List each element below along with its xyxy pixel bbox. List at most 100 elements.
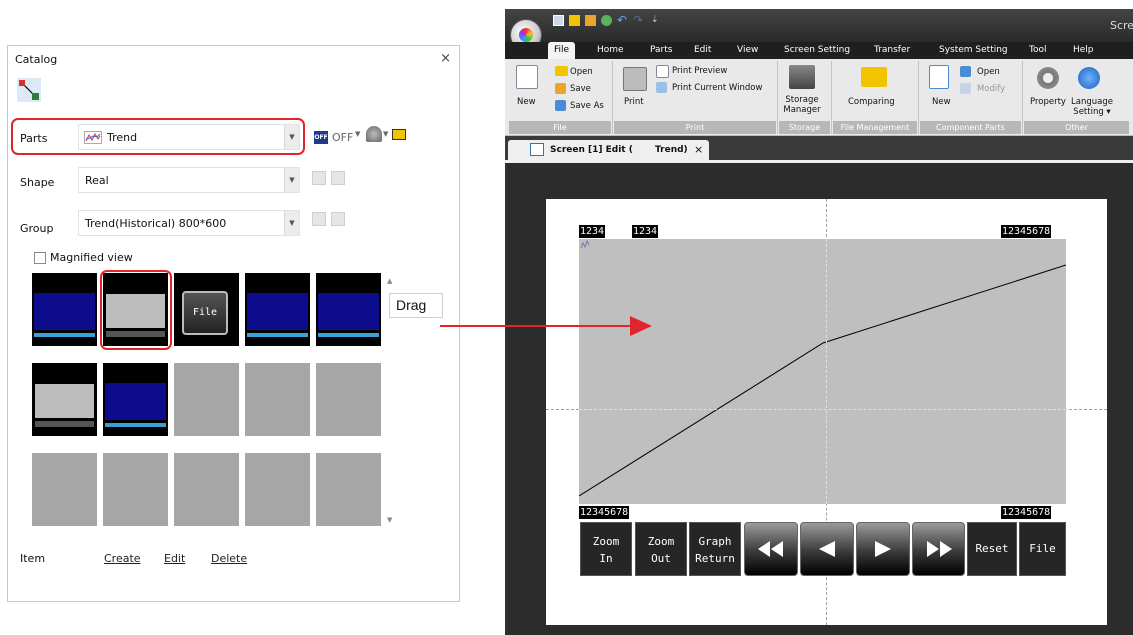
undo-icon[interactable]: ↶ [617, 13, 627, 27]
document-tab-title: Screen [1] Edit ( [550, 145, 633, 155]
group-label-print: Print [614, 121, 776, 134]
comparing-folder-icon [861, 67, 887, 87]
catalog-thumb-empty[interactable] [245, 363, 310, 436]
new-button[interactable]: New [517, 97, 536, 107]
chevron-down-icon[interactable]: ▼ [383, 130, 388, 138]
delete-link[interactable]: Delete [211, 552, 247, 565]
component-modify-button[interactable]: Modify [977, 84, 1005, 94]
print-preview-button[interactable]: Print Preview [672, 66, 727, 76]
step-forward-button[interactable] [856, 522, 910, 576]
save-button[interactable]: Save [570, 84, 591, 94]
group-copy-icon[interactable] [331, 212, 345, 226]
save-icon[interactable] [585, 15, 596, 26]
customize-quick-access-icon[interactable]: ⇣ [651, 15, 659, 25]
device-icon[interactable] [366, 126, 382, 142]
fast-backward-button[interactable] [744, 522, 798, 576]
create-link[interactable]: Create [104, 552, 141, 565]
step-backward-button[interactable] [800, 522, 854, 576]
edit-link[interactable]: Edit [164, 552, 185, 565]
scroll-down-icon[interactable]: ▼ [387, 516, 392, 524]
print-current-window-button[interactable]: Print Current Window [672, 83, 762, 93]
catalog-thumb[interactable] [32, 273, 97, 346]
component-new-button[interactable]: New [932, 97, 951, 107]
catalog-thumb-empty[interactable] [316, 453, 381, 526]
new-doc-icon[interactable] [516, 65, 538, 89]
save-icon [555, 83, 566, 94]
transfer-icon[interactable] [601, 15, 612, 26]
item-label: Item [20, 552, 46, 565]
property-button[interactable]: Property [1030, 97, 1066, 107]
trend-plot-area[interactable] [579, 239, 1066, 504]
trend-line [579, 264, 1066, 497]
chevron-down-icon[interactable]: ▼ [284, 211, 299, 235]
tab-help[interactable]: Help [1073, 42, 1094, 59]
catalog-thumb[interactable] [103, 363, 168, 436]
group-page-icon[interactable] [312, 212, 326, 226]
tab-file[interactable]: File [548, 42, 576, 59]
catalog-thumb[interactable] [32, 363, 97, 436]
catalog-thumb-file[interactable]: File [174, 273, 239, 346]
title-bar [505, 9, 1133, 42]
folder-icon[interactable] [392, 129, 406, 140]
group-select[interactable]: Trend(Historical) 800*600 ▼ [78, 210, 300, 236]
shape-select[interactable]: Real ▼ [78, 167, 300, 193]
tab-transfer[interactable]: Transfer [874, 42, 910, 59]
close-icon[interactable]: × [694, 143, 703, 156]
zoom-out-button[interactable]: Zoom Out [635, 522, 687, 576]
tab-screen-setting[interactable]: Screen Setting [784, 42, 850, 59]
language-setting-button[interactable]: Language Setting ▾ [1068, 97, 1116, 117]
catalog-thumb-empty[interactable] [174, 453, 239, 526]
scroll-up-icon[interactable]: ▲ [387, 277, 392, 285]
magnified-view-checkbox[interactable] [34, 252, 46, 264]
chevron-down-icon[interactable]: ▼ [284, 168, 299, 192]
document-tab[interactable]: Screen [1] Edit ( Trend) × [508, 140, 709, 160]
catalog-thumb[interactable] [316, 273, 381, 346]
trend-bottom-right-value: 12345678 [1001, 506, 1052, 519]
ribbon-separator [918, 61, 919, 134]
print-preview-icon [656, 65, 669, 78]
close-icon[interactable]: × [440, 51, 451, 66]
tab-home[interactable]: Home [597, 42, 624, 59]
comparing-button[interactable]: Comparing [848, 97, 895, 107]
fast-forward-button[interactable] [912, 522, 965, 576]
open-folder-icon [555, 66, 568, 76]
trend-marker-icon [580, 239, 590, 249]
new-doc-icon[interactable] [553, 15, 564, 26]
catalog-thumb-empty[interactable] [32, 453, 97, 526]
catalog-thumb-empty[interactable] [245, 453, 310, 526]
parts-select[interactable]: Trend ▼ [78, 124, 300, 150]
zoom-in-label-2: In [599, 552, 613, 565]
catalog-thumb-empty[interactable] [174, 363, 239, 436]
shape-page-icon[interactable] [312, 171, 326, 185]
storage-manager-button[interactable]: Storage Manager [782, 95, 822, 115]
tab-view[interactable]: View [737, 42, 758, 59]
file-button[interactable]: File [1019, 522, 1066, 576]
chevron-down-icon[interactable]: ▼ [284, 125, 299, 149]
tab-system-setting[interactable]: System Setting [939, 42, 1008, 59]
open-button[interactable]: Open [570, 67, 593, 77]
tab-tool[interactable]: Tool [1029, 42, 1046, 59]
tab-edit[interactable]: Edit [694, 42, 711, 59]
save-as-button[interactable]: Save As [570, 101, 604, 111]
catalog-thumb-empty[interactable] [103, 453, 168, 526]
screen-edit-icon [530, 143, 544, 156]
print-button[interactable]: Print [624, 97, 644, 107]
component-open-button[interactable]: Open [977, 67, 1000, 77]
catalog-tool-icon[interactable] [17, 78, 41, 102]
document-tab-title-suffix: Trend) [655, 145, 688, 155]
catalog-thumb[interactable] [245, 273, 310, 346]
group-label-storage: Storage [779, 121, 830, 134]
catalog-thumb-empty[interactable] [316, 363, 381, 436]
trend-top-left-value-2: 1234 [632, 225, 659, 238]
zoom-in-button[interactable]: Zoom In [580, 522, 632, 576]
redo-icon[interactable]: ↷ [633, 13, 643, 27]
off-label[interactable]: OFF [332, 131, 353, 144]
trend-top-right-value: 12345678 [1001, 225, 1052, 238]
shape-copy-icon[interactable] [331, 171, 345, 185]
storage-manager-label-2: Manager [783, 105, 821, 115]
tab-parts[interactable]: Parts [650, 42, 672, 59]
reset-button[interactable]: Reset [967, 522, 1017, 576]
chevron-down-icon[interactable]: ▼ [355, 130, 360, 138]
open-folder-icon[interactable] [569, 15, 580, 26]
graph-return-button[interactable]: Graph Return [689, 522, 741, 576]
